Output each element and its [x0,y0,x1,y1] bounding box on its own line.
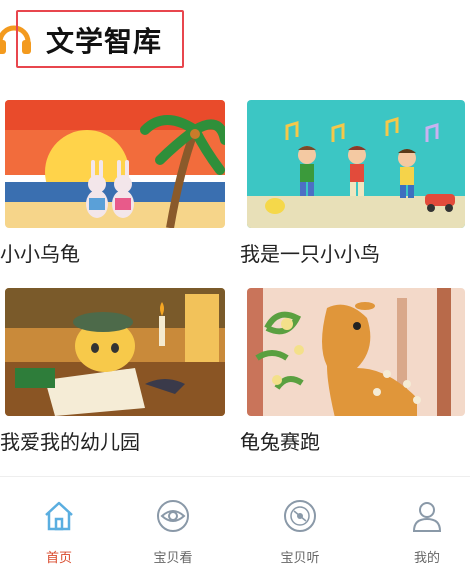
tab-profile-label: 我的 [413,551,440,566]
header: 文学智库 [0,0,470,80]
story-thumbnail[interactable] [247,288,465,416]
story-card[interactable]: 我是一只小小鸟 [240,96,470,276]
home-icon [45,501,73,531]
tab-watch[interactable]: 宝贝看 [114,477,232,566]
tab-listen[interactable]: 宝贝听 [241,477,359,566]
story-card[interactable]: 小小乌龟 [0,96,230,276]
story-thumbnail[interactable] [5,288,225,416]
bottom-tab-bar: 首页 宝贝看 宝贝听 我的 [0,477,470,566]
user-icon [412,502,442,532]
page-title: 文学智库 [46,25,163,58]
story-card[interactable]: 龟兔赛跑 [240,284,470,464]
disc-icon [284,500,316,532]
tab-profile[interactable]: 我的 [368,477,470,566]
tab-home[interactable]: 首页 [0,477,118,566]
tab-listen-label: 宝贝听 [280,551,320,566]
story-thumbnail[interactable] [5,100,225,228]
eye-icon [157,500,189,532]
story-title: 小小乌龟 [0,242,80,266]
story-title: 我爱我的幼儿园 [0,430,140,454]
story-title: 龟兔赛跑 [240,430,320,454]
story-card[interactable]: 我爱我的幼儿园 [0,284,230,464]
story-title: 我是一只小小鸟 [240,242,380,266]
tab-home-label: 首页 [45,551,72,566]
story-thumbnail[interactable] [247,100,465,228]
tab-watch-label: 宝贝看 [153,551,193,566]
